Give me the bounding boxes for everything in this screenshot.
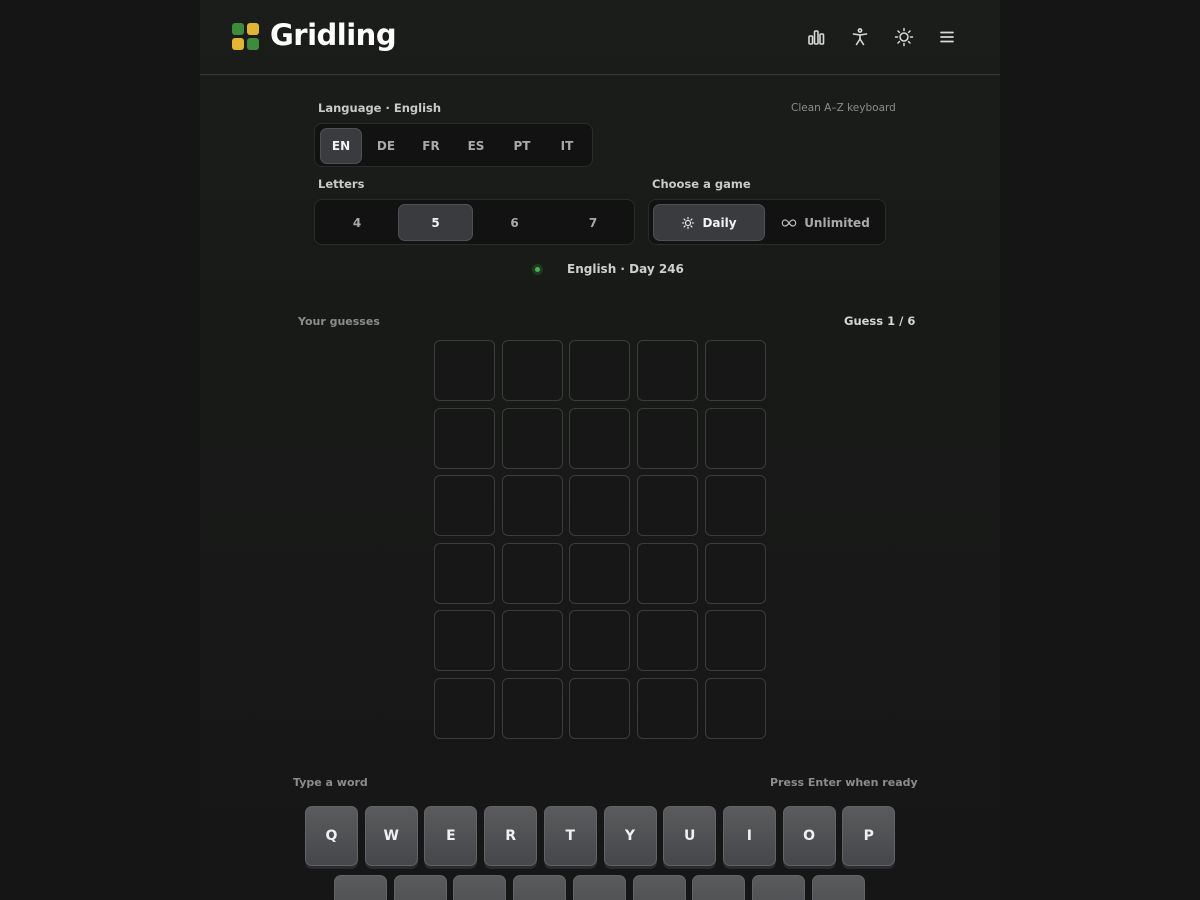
letters-label: Letters (318, 177, 365, 191)
keyboard-key[interactable] (811, 875, 865, 900)
grid-tile (434, 678, 495, 739)
grid-tile (569, 408, 630, 469)
grid-tile (637, 408, 698, 469)
guesses-label: Your guesses (298, 315, 380, 328)
grid-tile (637, 475, 698, 536)
grid-tile (569, 543, 630, 604)
keyboard-key[interactable] (572, 875, 626, 900)
infinity-icon (781, 218, 797, 227)
keyboard-key[interactable] (334, 875, 387, 900)
grid-tile (434, 475, 495, 536)
grid-tile (434, 340, 495, 401)
keyboard-hint-right: Press Enter when ready (770, 776, 918, 789)
grid-tile (705, 678, 766, 739)
grid-tile (705, 340, 766, 401)
grid-tile (434, 610, 495, 671)
grid-tile (705, 610, 766, 671)
grid-tile (569, 610, 630, 671)
key-i[interactable]: I (722, 806, 776, 866)
key-e[interactable]: E (424, 806, 478, 866)
unlimited-label: Unlimited (804, 215, 870, 230)
key-t[interactable]: T (543, 806, 597, 866)
daily-label: Daily (702, 215, 737, 230)
key-o[interactable]: O (782, 806, 836, 866)
lang-option-en[interactable]: EN (320, 128, 362, 164)
key-q[interactable]: Q (305, 806, 358, 866)
grid-tile (705, 475, 766, 536)
key-u[interactable]: U (663, 806, 717, 866)
grid-tile (705, 408, 766, 469)
grid-tile (502, 543, 563, 604)
letters-selector: 4 5 6 7 (314, 199, 635, 245)
grid-tile (637, 610, 698, 671)
grid-tile (569, 678, 630, 739)
key-r[interactable]: R (484, 806, 538, 866)
key-p[interactable]: P (842, 806, 896, 866)
keyboard-key[interactable] (393, 875, 447, 900)
grid-tile (569, 475, 630, 536)
theme-icon[interactable] (891, 24, 917, 50)
letters-option-7[interactable]: 7 (556, 204, 630, 241)
grid-tile (569, 340, 630, 401)
guess-counter: Guess 1 / 6 (844, 314, 916, 328)
keyboard-key[interactable] (692, 875, 746, 900)
grid-tile (502, 678, 563, 739)
keyboard-key[interactable] (632, 875, 686, 900)
keyboard-key[interactable] (751, 875, 805, 900)
header: Gridling (200, 0, 1000, 75)
language-selector: EN DE FR ES PT IT (314, 123, 593, 167)
menu-icon[interactable] (934, 24, 960, 50)
grid-tile (637, 340, 698, 401)
grid-tile (705, 543, 766, 604)
grid-tile (637, 543, 698, 604)
key-w[interactable]: W (364, 806, 418, 866)
letters-option-6[interactable]: 6 (477, 204, 552, 241)
lang-option-fr[interactable]: FR (410, 128, 452, 164)
grid-tile (637, 678, 698, 739)
grid-tile (502, 340, 563, 401)
keyboard-note: Clean A–Z keyboard (791, 102, 896, 114)
keyboard-hint-left: Type a word (293, 776, 368, 789)
unlimited-button[interactable]: Unlimited (769, 204, 882, 241)
grid-tile (502, 610, 563, 671)
letters-option-4[interactable]: 4 (320, 204, 394, 241)
daily-button[interactable]: Daily (653, 204, 765, 241)
lang-option-de[interactable]: DE (365, 128, 407, 164)
logo-icon (232, 23, 260, 51)
sun-icon (682, 216, 695, 229)
grid-tile (434, 408, 495, 469)
game-label: Choose a game (652, 177, 751, 191)
grid-tile (434, 543, 495, 604)
status-indicator (532, 264, 543, 275)
stats-icon[interactable] (803, 24, 829, 50)
grid-tile (502, 475, 563, 536)
key-y[interactable]: Y (603, 806, 657, 866)
letters-option-5[interactable]: 5 (398, 204, 473, 241)
lang-option-it[interactable]: IT (546, 128, 588, 164)
keyboard-key[interactable] (453, 875, 507, 900)
language-label: Language · English (318, 101, 442, 115)
status-text: English · Day 246 (567, 262, 684, 276)
brand-title: Gridling (270, 18, 397, 52)
keyboard-key[interactable] (513, 875, 567, 900)
lang-option-pt[interactable]: PT (501, 128, 543, 164)
lang-option-es[interactable]: ES (455, 128, 497, 164)
game-selector: Daily Unlimited (648, 199, 886, 245)
accessibility-icon[interactable] (847, 24, 873, 50)
grid-tile (502, 408, 563, 469)
